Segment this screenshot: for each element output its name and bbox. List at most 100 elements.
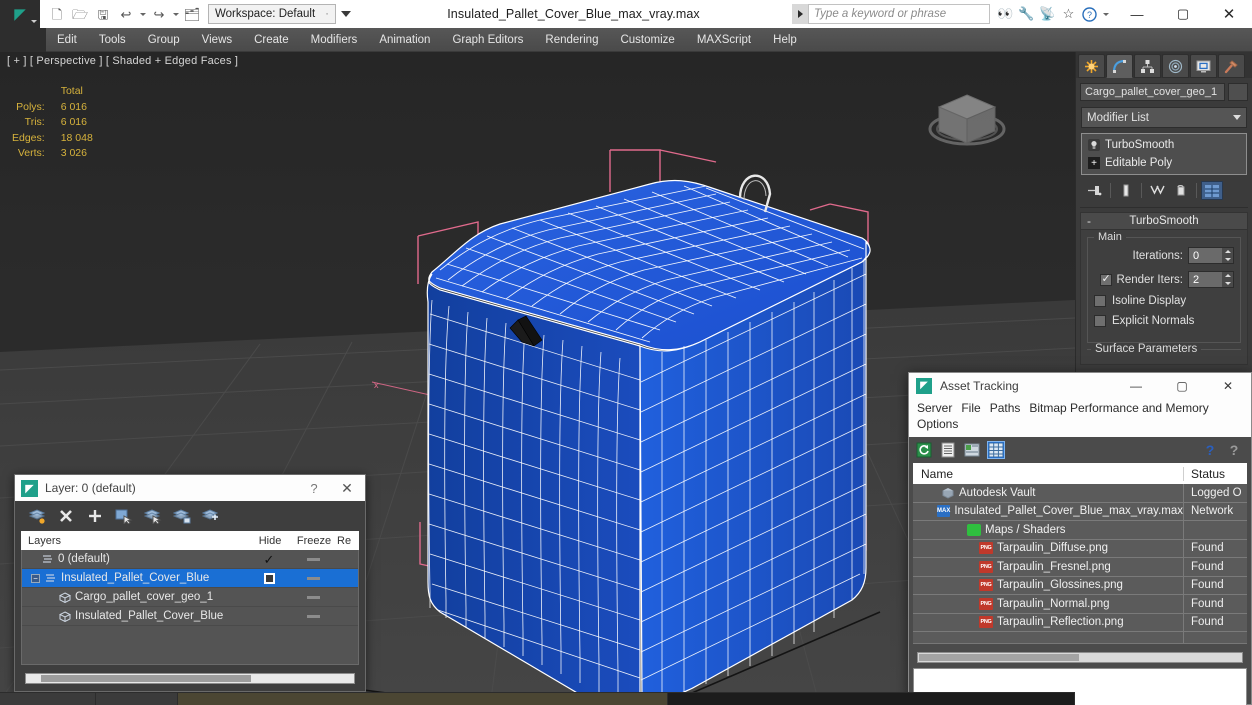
new-file-icon[interactable]: 🗋	[46, 3, 68, 25]
asset-horizontal-scrollbar[interactable]	[917, 652, 1243, 663]
asset-row[interactable]: MAX Insulated_Pallet_Cover_Blue_max_vray…	[913, 502, 1247, 521]
grid-view-button[interactable]	[987, 441, 1005, 459]
asset-tracking-maximize-button[interactable]: ▢	[1159, 373, 1205, 398]
surface-parameters-group[interactable]: Surface Parameters	[1087, 343, 1241, 364]
modifier-stack[interactable]: TurboSmooth + Editable Poly	[1081, 133, 1247, 175]
layer-row-name[interactable]: Cargo_pallet_cover_geo_1	[22, 591, 248, 603]
menu-item-create[interactable]: Create	[243, 28, 300, 52]
undo-icon[interactable]: ↩	[115, 3, 137, 25]
asset-row[interactable]: PNG Tarpaulin_Diffuse.png Found	[913, 539, 1247, 558]
explicit-normals-checkbox[interactable]	[1094, 315, 1106, 327]
scrollbar-thumb[interactable]	[919, 654, 1079, 661]
modify-tab[interactable]	[1106, 54, 1133, 78]
render-iters-checkbox[interactable]	[1099, 272, 1112, 286]
asset-menu-paths[interactable]: Paths	[990, 400, 1030, 416]
layer-dialog-help-button[interactable]: ?	[299, 481, 329, 496]
menu-item-group[interactable]: Group	[137, 28, 191, 52]
show-end-result-button[interactable]	[1115, 181, 1137, 200]
star-icon[interactable]: ☆	[1059, 3, 1078, 25]
layer-row-hide-toggle[interactable]	[248, 572, 290, 584]
asset-row-name[interactable]: PNG Tarpaulin_Normal.png	[913, 597, 1183, 610]
hierarchy-tab[interactable]	[1134, 54, 1161, 78]
remove-modifier-button[interactable]	[1170, 181, 1192, 200]
asset-table-body[interactable]: Autodesk Vault Logged O MAX Insulated_Pa…	[913, 484, 1247, 644]
modifier-list-dropdown[interactable]: Modifier List	[1081, 107, 1247, 128]
layer-row-name[interactable]: 0 (default)	[22, 553, 248, 565]
asset-row[interactable]: PNG Tarpaulin_Glossines.png Found	[913, 576, 1247, 595]
stack-item-editable-poly[interactable]: + Editable Poly	[1082, 154, 1246, 172]
plus-box-icon[interactable]: +	[1088, 157, 1100, 169]
layer-dialog[interactable]: ◤ Layer: 0 (default) ? ✕ Layers Hide Fre…	[14, 474, 366, 692]
viewport-label[interactable]: [ + ] [ Perspective ] [ Shaded + Edged F…	[7, 55, 238, 67]
redo-dropdown-icon[interactable]	[171, 3, 180, 25]
close-button[interactable]: ✕	[1206, 0, 1252, 28]
minimize-button[interactable]: —	[1114, 0, 1160, 28]
menu-item-maxscript[interactable]: MAXScript	[686, 28, 762, 52]
layer-row-freeze-toggle[interactable]	[290, 614, 336, 618]
asset-tracking-dialog[interactable]: ◤ Asset Tracking — ▢ ✕ Server File Paths…	[908, 372, 1252, 705]
layer-table-body[interactable]: 0 (default) ✓ − Insulated_Pallet_Cover_B…	[21, 550, 359, 665]
layer-row-name[interactable]: − Insulated_Pallet_Cover_Blue	[22, 572, 248, 584]
menu-item-help[interactable]: Help	[762, 28, 808, 52]
asset-row-name[interactable]: PNG Tarpaulin_Fresnel.png	[913, 560, 1183, 573]
iterations-spinner[interactable]: 0	[1188, 247, 1234, 264]
asset-row[interactable]: PNG Tarpaulin_Normal.png Found	[913, 594, 1247, 614]
open-file-icon[interactable]: 🗁	[69, 3, 91, 25]
render-iters-spinner[interactable]: 2	[1188, 271, 1234, 288]
layer-row-freeze-toggle[interactable]	[290, 576, 336, 580]
menu-item-views[interactable]: Views	[191, 28, 243, 52]
undo-dropdown-icon[interactable]	[138, 3, 147, 25]
asset-row-name[interactable]: Autodesk Vault	[913, 487, 1183, 499]
asset-row[interactable]: Maps / Shaders	[913, 520, 1247, 540]
asset-menu-bitmap-performance[interactable]: Bitmap Performance and Memory	[1029, 400, 1217, 416]
menu-item-graph-editors[interactable]: Graph Editors	[441, 28, 534, 52]
context-help-icon[interactable]: ?	[1225, 441, 1243, 459]
layer-row-name[interactable]: Insulated_Pallet_Cover_Blue	[22, 610, 248, 622]
make-unique-button[interactable]	[1146, 181, 1168, 200]
help-icon[interactable]: ?	[1201, 441, 1219, 459]
asset-row[interactable]: Autodesk Vault Logged O	[913, 484, 1247, 503]
asset-menu-server[interactable]: Server	[917, 400, 961, 416]
wrench-icon[interactable]: 🔧	[1017, 3, 1036, 25]
add-selection-to-layer-button[interactable]	[85, 506, 105, 526]
set-project-folder-icon[interactable]: 🗂	[181, 3, 203, 25]
save-file-icon[interactable]: 🖫	[92, 3, 114, 25]
redo-icon[interactable]: ↪	[148, 3, 170, 25]
binoculars-icon[interactable]: 👀	[996, 3, 1015, 25]
maximize-button[interactable]: ▢	[1160, 0, 1206, 28]
pin-stack-button[interactable]	[1084, 181, 1106, 200]
layer-row[interactable]: Insulated_Pallet_Cover_Blue	[22, 607, 358, 626]
object-color-swatch[interactable]	[1228, 83, 1248, 101]
create-tab[interactable]	[1078, 54, 1105, 78]
asset-tracking-close-button[interactable]: ✕	[1205, 373, 1251, 398]
satellite-dish-icon[interactable]: 📡	[1038, 3, 1057, 25]
help-icon[interactable]: ?	[1080, 3, 1099, 25]
spinner-arrows[interactable]	[1222, 272, 1233, 287]
lightbulb-icon[interactable]	[1088, 139, 1100, 151]
menu-item-animation[interactable]: Animation	[368, 28, 441, 52]
view-cube[interactable]	[917, 77, 1017, 155]
asset-menu-file[interactable]: File	[961, 400, 989, 416]
stack-item-turbosmooth[interactable]: TurboSmooth	[1082, 136, 1246, 154]
app-logo-button[interactable]: ◤	[0, 0, 40, 28]
rollout-header[interactable]: - TurboSmooth	[1081, 213, 1247, 230]
iterations-value[interactable]: 0	[1189, 248, 1222, 263]
refresh-button[interactable]	[915, 441, 933, 459]
layer-row[interactable]: 0 (default) ✓	[22, 550, 358, 569]
motion-tab[interactable]	[1162, 54, 1189, 78]
highlight-selected-objects-layer-button[interactable]	[143, 506, 163, 526]
spinner-arrows[interactable]	[1222, 248, 1233, 263]
display-tab[interactable]	[1190, 54, 1217, 78]
asset-row-empty[interactable]	[913, 631, 1247, 643]
asset-tracking-minimize-button[interactable]: —	[1113, 373, 1159, 398]
asset-row[interactable]: PNG Tarpaulin_Fresnel.png Found	[913, 557, 1247, 577]
layer-row[interactable]: Cargo_pallet_cover_geo_1	[22, 588, 358, 607]
create-new-layer-button[interactable]	[27, 506, 47, 526]
workspace-selector[interactable]: Workspace: Default ·	[208, 4, 336, 24]
asset-row-name[interactable]: MAX Insulated_Pallet_Cover_Blue_max_vray…	[913, 505, 1183, 518]
scrollbar-thumb[interactable]	[41, 675, 251, 682]
asset-row-name[interactable]: PNG Tarpaulin_Diffuse.png	[913, 542, 1183, 555]
rollout-collapse-icon[interactable]: -	[1087, 214, 1091, 228]
layer-row-freeze-toggle[interactable]	[290, 557, 336, 561]
asset-row-name[interactable]: Maps / Shaders	[913, 523, 1183, 536]
